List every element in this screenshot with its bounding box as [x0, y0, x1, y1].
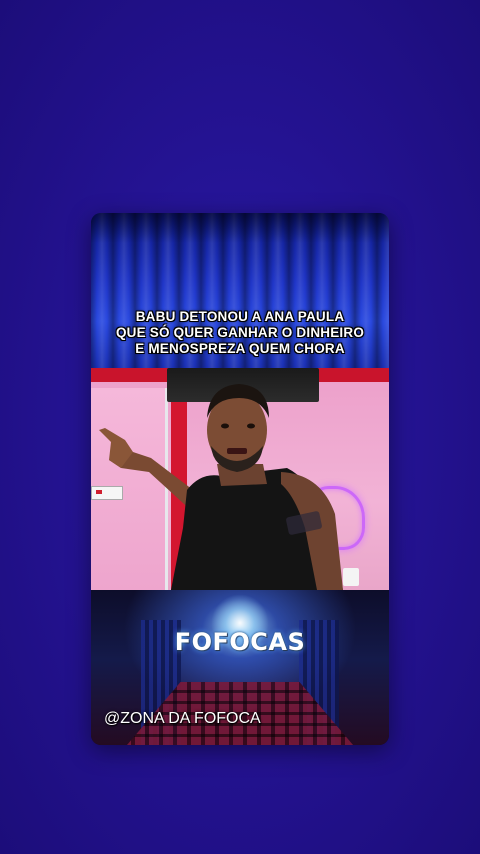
headline-caption: BABU DETONOU A ANA PAULA QUE SÓ QUER GAN…	[91, 309, 389, 357]
headline-line-2: QUE SÓ QUER GANHAR O DINHEIRO	[115, 325, 365, 340]
fofocas-logo: FOFOCAS	[174, 628, 306, 656]
headline-line-3: E MENOSPREZA QUEM CHORA	[135, 341, 345, 356]
video-card[interactable]: BABU DETONOU A ANA PAULA QUE SÓ QUER GAN…	[91, 213, 389, 745]
video-frame	[91, 368, 389, 590]
person-figure	[99, 384, 343, 590]
screen: { "headline": { "line1": "BABU DETONOU A…	[0, 0, 480, 854]
channel-handle[interactable]: @ZONA DA FOFOCA	[104, 710, 261, 728]
left-eye	[221, 423, 229, 429]
headline-line-1: BABU DETONOU A ANA PAULA	[135, 309, 345, 324]
right-eye	[247, 423, 255, 429]
mouth	[227, 448, 247, 454]
